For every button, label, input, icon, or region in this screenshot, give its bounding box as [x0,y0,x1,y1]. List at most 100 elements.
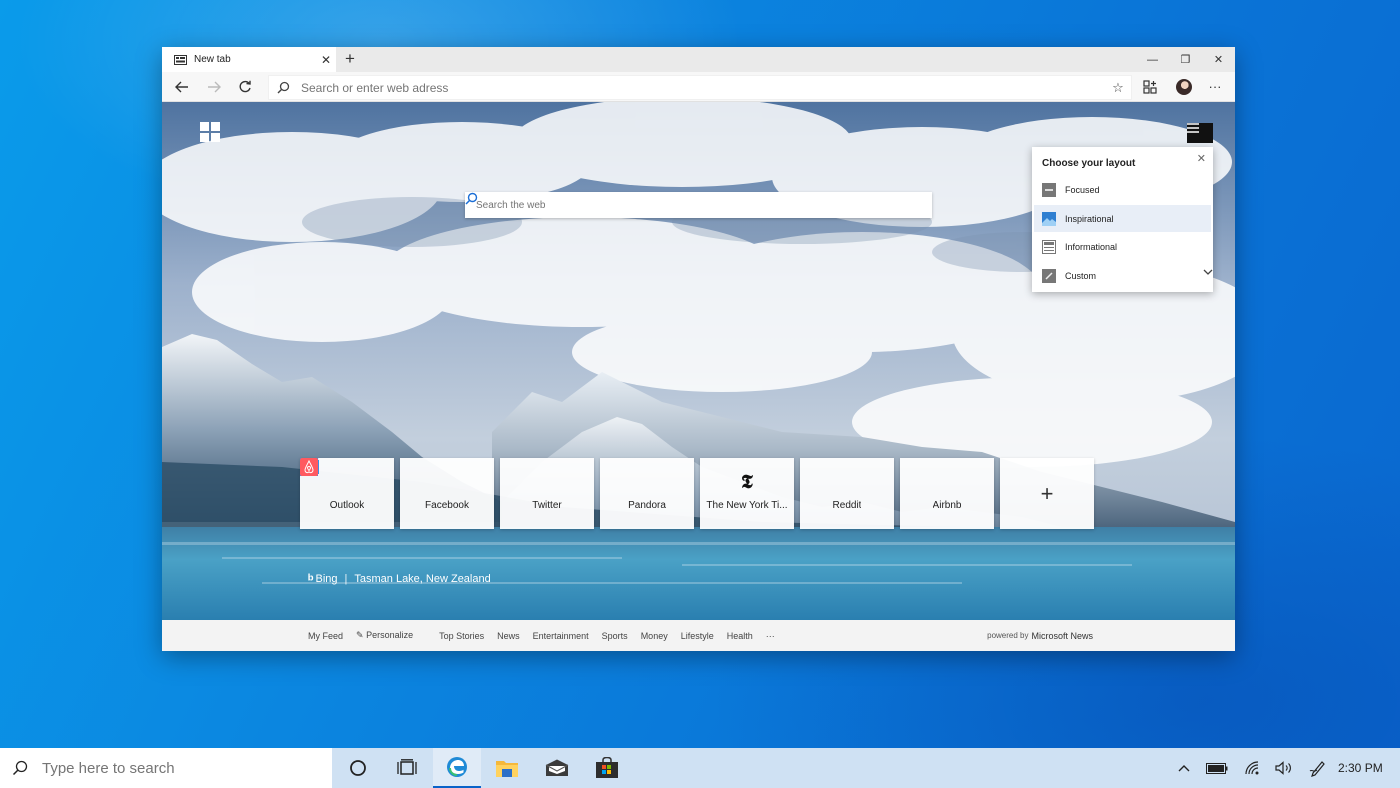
quick-link-airbnb[interactable]: Airbnb [300,458,994,529]
taskbar-clock[interactable]: 2:30 PM [1338,748,1383,788]
folder-icon [496,761,518,777]
feed-link-personalize[interactable]: ✎ Personalize [356,630,426,641]
feed-link-lifestyle[interactable]: Lifestyle [681,631,714,641]
pen-icon [1309,761,1325,777]
reddit-icon [300,458,856,491]
volume-button[interactable] [1270,748,1298,788]
pen-workspace-button[interactable] [1304,748,1332,788]
back-button[interactable] [167,72,197,101]
task-view-icon [397,759,417,775]
informational-layout-icon [1042,239,1056,254]
feed-link-label: Personalize [366,630,414,640]
edge-icon [447,757,467,777]
quick-link-pandora[interactable]: Pandora [300,458,694,529]
feed-link-money[interactable]: Money [641,631,668,641]
layout-option-focused[interactable]: Focused [1034,176,1211,203]
news-provider: Microsoft News [1031,630,1093,641]
browser-window: New tab ✕ + — ❐ ✕ ☆ [162,47,1235,651]
battery-button[interactable] [1203,748,1231,788]
quick-link-reddit[interactable]: Reddit [300,458,894,529]
pandora-icon [300,458,656,491]
tab-close-icon[interactable]: ✕ [316,53,336,67]
quick-link-label: Twitter [532,500,562,511]
cortana-button[interactable] [334,748,382,788]
maximize-button[interactable]: ❐ [1169,47,1202,72]
task-view-button[interactable] [383,748,431,788]
wifi-icon [1245,761,1259,775]
minimize-button[interactable]: — [1136,47,1169,72]
window-controls: — ❐ ✕ [1136,47,1235,72]
forward-button[interactable] [199,72,229,101]
layout-option-label: Inspirational [1065,213,1114,224]
feed-link-entertainment[interactable]: Entertainment [533,631,589,641]
plus-icon: + [1040,480,1054,506]
layout-option-custom[interactable]: Custom [1034,262,1213,289]
collections-icon [1143,79,1157,94]
profile-button[interactable] [1167,72,1201,101]
quick-link-label: The New York Ti... [706,500,788,511]
feed-link-news[interactable]: News [497,631,520,641]
browser-toolbar: ☆ ··· [162,72,1235,102]
network-button[interactable] [1240,748,1266,788]
taskbar-app-file-explorer[interactable] [483,748,531,788]
taskbar-search[interactable] [0,748,332,788]
image-location: Tasman Lake, New Zealand [354,573,491,585]
feed-link-my-feed[interactable]: My Feed [308,631,343,641]
quick-link-twitter[interactable]: Twitter [300,458,594,529]
address-bar[interactable]: ☆ [268,75,1132,100]
hamburger-menu-icon [1187,123,1199,133]
settings-more-button[interactable]: ··· [1198,72,1232,101]
close-window-button[interactable]: ✕ [1202,47,1235,72]
web-search-input[interactable] [474,198,902,212]
favorite-star-icon[interactable]: ☆ [1105,80,1131,96]
battery-icon [1206,762,1228,774]
taskbar-app-edge[interactable] [433,748,481,788]
feed-more-button[interactable]: ··· [766,631,775,641]
separator: | [344,573,348,585]
nyt-icon: 𝕿 [741,471,753,493]
layout-option-label: Custom [1065,270,1097,281]
add-quick-link-button[interactable]: + [1000,458,1094,529]
layout-option-label: Informational [1065,241,1118,252]
choose-layout-panel: Choose your layout ✕ Focused Inspiration… [1032,147,1213,292]
image-credit[interactable]: ᵇ Bing | Tasman Lake, New Zealand [308,571,491,587]
quick-link-facebook[interactable]: Facebook [300,458,494,529]
forward-arrow-icon [208,81,221,92]
powered-by-text: powered by [987,631,1029,640]
taskbar: 2:30 PM [0,748,1400,788]
facebook-icon [300,458,456,491]
store-icon [596,757,618,778]
background-image: Choose your layout ✕ Focused Inspiration… [162,102,1235,620]
custom-layout-icon [1042,268,1056,283]
taskbar-app-store[interactable] [583,748,631,788]
refresh-button[interactable] [230,72,260,101]
feed-link-sports[interactable]: Sports [602,631,628,641]
outlook-icon [300,460,356,491]
show-hidden-icons-button[interactable] [1172,748,1196,788]
feed-link-top-stories[interactable]: Top Stories [439,631,484,641]
avatar [1176,78,1192,95]
close-icon[interactable]: ✕ [1197,152,1206,165]
taskbar-search-input[interactable] [40,758,324,778]
quick-link-label: Reddit [832,500,862,511]
quick-links: Outlook Facebook Twitter Pandora 𝕿 The N… [300,458,1094,529]
quick-link-label: Facebook [425,500,469,511]
web-search-box[interactable] [465,192,932,218]
quick-link-nyt[interactable]: 𝕿 The New York Ti... [700,458,794,529]
taskbar-app-mail[interactable] [533,748,581,788]
new-tab-button[interactable]: + [340,49,360,69]
collections-button[interactable] [1133,72,1167,101]
refresh-icon [239,80,251,92]
address-input[interactable] [299,79,1105,96]
search-icon [12,760,28,776]
feed-link-health[interactable]: Health [727,631,753,641]
back-arrow-icon [175,81,188,92]
layout-option-informational[interactable]: Informational [1034,233,1211,260]
chevron-up-icon [1178,765,1190,772]
quick-link-label: Pandora [628,500,666,511]
bing-brand: Bing [315,573,338,585]
inspirational-layout-icon [1042,211,1056,226]
tab-new-tab[interactable]: New tab ✕ [162,47,336,72]
layout-option-inspirational[interactable]: Inspirational [1034,205,1211,232]
page-settings-button[interactable] [1187,123,1213,143]
